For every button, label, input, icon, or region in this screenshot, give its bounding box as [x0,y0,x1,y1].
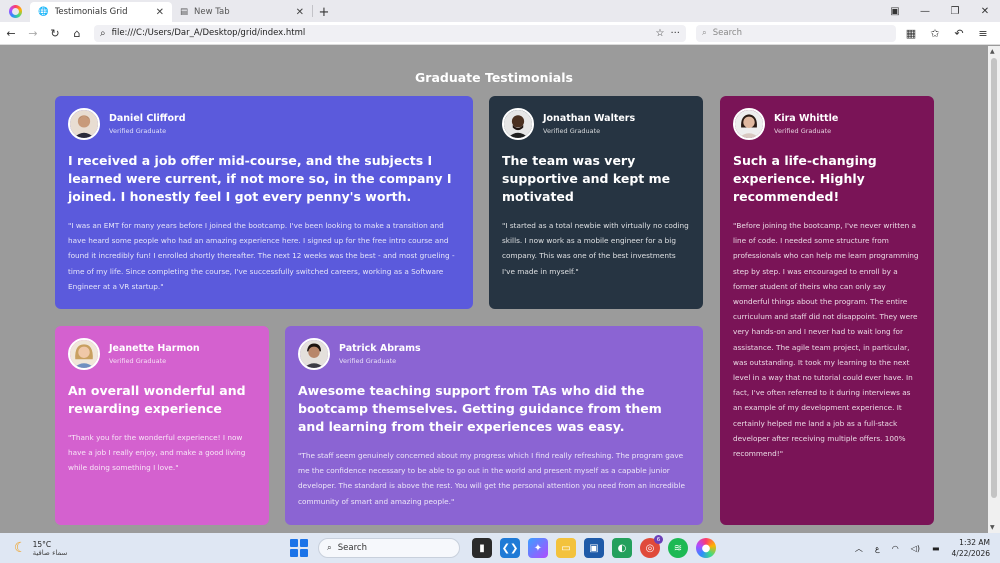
search-icon: ⌕ [702,28,707,38]
person-role: Verified Graduate [109,357,167,365]
tab-counter-icon[interactable]: ▣ [880,6,910,17]
globe-icon: 🌐 [38,7,49,17]
scroll-up-arrow-icon[interactable]: ▲ [990,48,995,55]
firefox-icon[interactable]: ● [696,538,716,558]
testimonial-card-patrick: Patrick Abrams Verified Graduate Awesome… [285,326,703,525]
windows-taskbar: ☾ 15°C سماء صافية ⌕ Search ▮ ❮❯ ✦ ▭ ▣ ◐ … [0,533,1000,563]
system-tray: ︿ ع ◠ ◁) ▬ 1:32 AM 4/22/2026 [855,537,1000,559]
spotify-icon[interactable]: ≋ [668,538,688,558]
volume-icon[interactable]: ◁) [911,544,920,553]
testimonial-quote: "Before joining the bootcamp, I've never… [733,221,919,459]
vscode-icon[interactable]: ❮❯ [500,538,520,558]
language-indicator[interactable]: ع [875,544,880,553]
windows-start-icon[interactable] [290,539,308,557]
bookmarks-star-icon[interactable]: ✩ [924,22,946,44]
clock[interactable]: 1:32 AM 4/22/2026 [952,537,990,559]
tab-new-tab[interactable]: ▤ New Tab ✕ [172,2,312,22]
wifi-icon[interactable]: ◠ [892,544,899,553]
chrome-icon[interactable]: ◎ 6 [640,535,663,558]
search-placeholder: Search [712,28,742,38]
weather-widget[interactable]: ☾ 15°C سماء صافية [0,540,280,557]
close-tab-icon[interactable]: ✕ [156,7,164,18]
avatar [502,108,534,140]
close-window-icon[interactable]: ✕ [970,6,1000,17]
hamburger-menu-icon[interactable]: ≡ [972,22,994,44]
maximize-icon[interactable]: ❐ [940,6,970,17]
taskbar-apps: ▮ ❮❯ ✦ ▭ ▣ ◐ ◎ 6 ≋ ● [472,535,716,558]
address-bar[interactable]: ⌕ file:///C:/Users/Dar_A/Desktop/grid/in… [94,24,686,42]
weather-temp: 15°C [32,539,52,549]
chevron-up-icon[interactable]: ︿ [855,543,863,554]
apps-grid-icon[interactable]: ▦ [900,22,922,44]
person-role: Verified Graduate [109,127,167,135]
tab-title: Testimonials Grid [54,7,128,17]
avatar [298,338,330,370]
person-name: Jonathan Walters [543,113,636,124]
page-title: Graduate Testimonials [415,70,573,85]
url-text[interactable]: file:///C:/Users/Dar_A/Desktop/grid/inde… [112,28,650,38]
minimize-icon[interactable]: — [910,6,940,17]
search-box[interactable]: ⌕ Search [696,24,896,42]
clock-date: 4/22/2026 [951,549,990,558]
person-name: Kira Whittle [774,113,839,124]
testimonial-headline: An overall wonderful and rewarding exper… [68,383,246,416]
nav-right-tools: ▦ ✩ ↶ ≡ [900,22,1000,44]
window-controls: ▣ — ❐ ✕ [880,0,1000,22]
browser-tab-bar: 🌐 Testimonials Grid ✕ ▤ New Tab ✕ + ▣ — … [0,0,1000,22]
close-tab-icon[interactable]: ✕ [296,7,304,18]
taskbar-search[interactable]: ⌕ Search [318,538,460,558]
testimonial-card-jonathan: Jonathan Walters Verified Graduate The t… [489,96,703,309]
reload-icon[interactable]: ↻ [44,22,66,44]
testimonial-card-daniel: Daniel Clifford Verified Graduate I rece… [55,96,473,309]
task-view-icon[interactable]: ▮ [472,538,492,558]
tab-testimonials-grid[interactable]: 🌐 Testimonials Grid ✕ [30,2,172,22]
battery-icon[interactable]: ▬ [932,544,940,553]
testimonial-quote: "The staff seem genuinely concerned abou… [298,451,685,506]
clock-time: 1:32 AM [959,538,990,547]
testimonial-quote: "Thank you for the wonderful experience!… [68,433,246,473]
testimonial-quote: "I was an EMT for many years before I jo… [68,221,455,291]
page-viewport: Graduate Testimonials Daniel Clifford Ve… [0,46,988,533]
file-explorer-icon[interactable]: ▭ [556,538,576,558]
more-dots-icon[interactable]: ··· [670,28,680,39]
browser-logo-icon[interactable] [0,0,30,22]
scroll-down-arrow-icon[interactable]: ▼ [990,524,995,531]
testimonial-card-kira: Kira Whittle Verified Graduate Such a li… [720,96,934,525]
store-icon[interactable]: ▣ [584,538,604,558]
testimonial-headline: I received a job offer mid-course, and t… [68,153,452,204]
weather-desc: سماء صافية [32,548,68,557]
undo-icon[interactable]: ↶ [948,22,970,44]
star-icon[interactable]: ☆ [655,28,664,39]
browser-nav-bar: ← → ↻ ⌂ ⌕ file:///C:/Users/Dar_A/Desktop… [0,22,1000,45]
tab-title: New Tab [194,7,230,17]
testimonial-headline: The team was very supportive and kept me… [502,153,671,204]
person-name: Daniel Clifford [109,113,186,124]
search-icon: ⌕ [327,543,332,553]
testimonial-headline: Awesome teaching support from TAs who di… [298,383,662,434]
person-name: Patrick Abrams [339,343,421,354]
testimonial-quote: "I started as a total newbie with virtua… [502,221,689,276]
person-name: Jeanette Harmon [109,343,200,354]
testimonial-headline: Such a life-changing experience. Highly … [733,153,877,204]
new-tab-button[interactable]: + [313,2,335,22]
page-icon: ▤ [180,7,189,17]
person-role: Verified Graduate [774,127,832,135]
testimonial-card-jeanette: Jeanette Harmon Verified Graduate An ove… [55,326,269,525]
notification-badge: 6 [654,535,663,544]
page-scrollbar[interactable]: ▲ ▼ [988,46,1000,533]
scrollbar-thumb[interactable] [991,58,997,498]
avatar [68,338,100,370]
copilot-icon[interactable]: ✦ [528,538,548,558]
forward-arrow-icon[interactable]: → [22,22,44,44]
person-role: Verified Graduate [543,127,601,135]
back-arrow-icon[interactable]: ← [0,22,22,44]
edge-icon[interactable]: ◐ [612,538,632,558]
person-role: Verified Graduate [339,357,397,365]
moon-icon: ☾ [14,540,27,556]
avatar [68,108,100,140]
home-icon[interactable]: ⌂ [66,22,88,44]
avatar [733,108,765,140]
taskbar-search-label: Search [337,543,367,553]
search-icon: ⌕ [100,27,106,39]
